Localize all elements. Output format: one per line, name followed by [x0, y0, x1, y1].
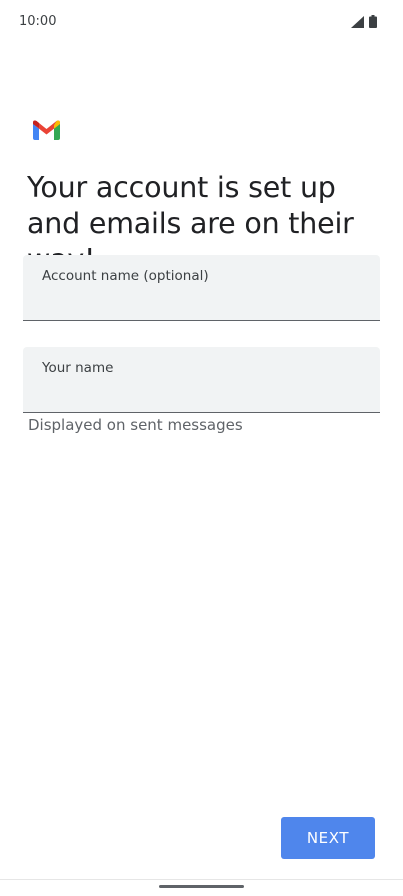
- status-icons: [351, 15, 377, 28]
- account-name-field[interactable]: Account name (optional): [23, 255, 380, 321]
- gesture-navigation-handle[interactable]: [159, 885, 244, 888]
- your-name-label: Your name: [42, 360, 114, 376]
- gmail-logo-icon: [33, 120, 60, 140]
- your-name-field[interactable]: Your name: [23, 347, 380, 413]
- status-time: 10:00: [19, 14, 57, 29]
- nav-divider: [0, 879, 403, 880]
- battery-icon: [369, 15, 377, 28]
- account-name-label: Account name (optional): [42, 268, 209, 284]
- next-button[interactable]: NEXT: [281, 817, 375, 859]
- signal-icon: [351, 15, 364, 28]
- status-bar: 10:00: [0, 0, 403, 46]
- your-name-helper-text: Displayed on sent messages: [28, 416, 243, 434]
- your-name-input[interactable]: [42, 381, 368, 405]
- account-name-input[interactable]: [42, 289, 368, 313]
